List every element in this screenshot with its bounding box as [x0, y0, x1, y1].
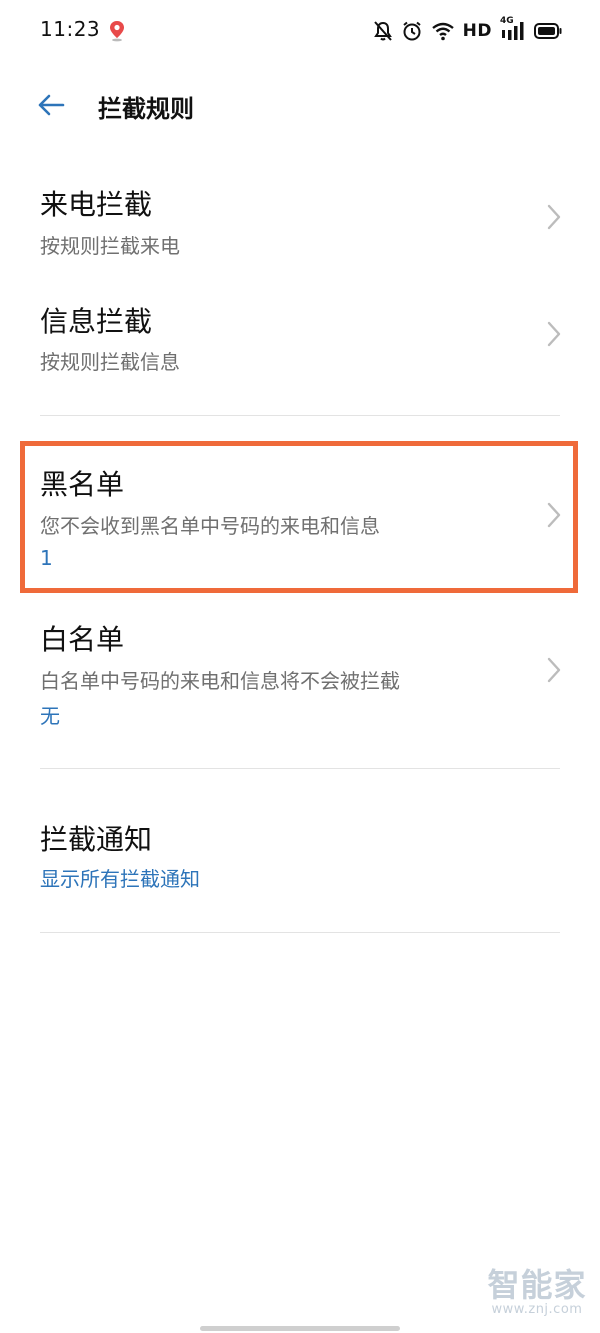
mute-bell-icon — [373, 21, 392, 41]
list-item-title: 来电拦截 — [40, 188, 153, 221]
status-icons: HD 4G — [373, 16, 562, 44]
list-item-whitelist[interactable]: 白名单 白名单中号码的来电和信息将不会被拦截 无 — [0, 610, 600, 735]
status-time: 11:23 — [40, 17, 101, 41]
watermark-url: www.znj.com — [491, 1302, 583, 1317]
list-item-call-block[interactable]: 来电拦截 按规则拦截来电 — [0, 175, 600, 275]
cell-signal-icon: 4G — [500, 16, 526, 42]
back-button[interactable] — [30, 86, 72, 124]
block-notification-value: 显示所有拦截通知 — [40, 867, 200, 891]
chevron-right-icon — [547, 502, 561, 528]
watermark-brand: 智能家 — [487, 1266, 587, 1304]
app-bar: 拦截规则 — [0, 72, 600, 138]
watermark-logo: 智能家 www.znj.com — [482, 1268, 592, 1328]
list-item-title: 拦截通知 — [40, 823, 153, 856]
home-indicator[interactable] — [200, 1326, 400, 1331]
alarm-clock-icon — [403, 21, 421, 41]
chevron-right-icon — [547, 204, 561, 230]
chevron-right-icon — [547, 657, 561, 683]
status-bar: 11:23 HD 4G — [0, 0, 600, 62]
battery-icon — [534, 23, 562, 39]
chevron-right-icon — [547, 321, 561, 347]
list-item-title: 信息拦截 — [40, 305, 153, 338]
list-item-blacklist[interactable]: 黑名单 您不会收到黑名单中号码的来电和信息 1 — [0, 455, 600, 580]
list-item-subtitle: 白名单中号码的来电和信息将不会被拦截 — [40, 669, 400, 693]
list-item-title: 黑名单 — [40, 468, 125, 501]
arrow-left-icon — [38, 94, 65, 116]
list-item-subtitle: 按规则拦截信息 — [40, 350, 180, 374]
page-title: 拦截规则 — [98, 95, 194, 123]
list-item-block-notification[interactable]: 拦截通知 显示所有拦截通知 — [0, 810, 600, 910]
whitelist-count: 无 — [40, 704, 60, 728]
location-pin-icon — [110, 21, 124, 42]
list-item-subtitle: 您不会收到黑名单中号码的来电和信息 — [40, 514, 380, 538]
list-item-message-block[interactable]: 信息拦截 按规则拦截信息 — [0, 292, 600, 392]
list-item-subtitle: 按规则拦截来电 — [40, 234, 180, 258]
section-divider — [40, 415, 560, 416]
list-item-title: 白名单 — [40, 623, 125, 656]
network-hd-label: HD — [462, 21, 492, 41]
section-divider — [40, 932, 560, 933]
section-divider — [40, 768, 560, 769]
blacklist-count: 1 — [40, 546, 53, 570]
wifi-icon — [431, 22, 454, 41]
